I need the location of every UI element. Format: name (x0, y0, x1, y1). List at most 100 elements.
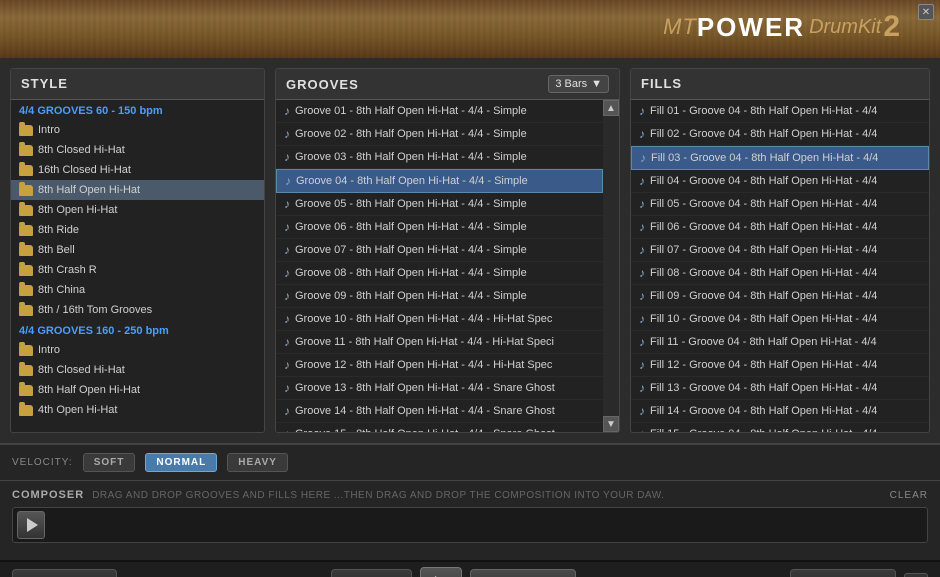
style-item-16th-closed[interactable]: 16th Closed Hi-Hat (11, 160, 264, 180)
logo-area: MT POWER DrumKit 2 (663, 10, 900, 44)
groove-item-12[interactable]: ♪Groove 12 - 8th Half Open Hi-Hat - 4/4 … (276, 354, 603, 377)
fill-text: Fill 14 - Groove 04 - 8th Half Open Hi-H… (650, 405, 877, 417)
groove-item-13[interactable]: ♪Groove 13 - 8th Half Open Hi-Hat - 4/4 … (276, 377, 603, 400)
groove-text: Groove 02 - 8th Half Open Hi-Hat - 4/4 -… (295, 128, 527, 140)
groove-item-9[interactable]: ♪Groove 09 - 8th Half Open Hi-Hat - 4/4 … (276, 285, 603, 308)
groove-item-8[interactable]: ♪Groove 08 - 8th Half Open Hi-Hat - 4/4 … (276, 262, 603, 285)
music-note-icon: ♪ (284, 127, 290, 141)
velocity-heavy-button[interactable]: HEAVY (227, 453, 288, 472)
music-note-icon: ♪ (639, 127, 645, 141)
fill-item-3[interactable]: ♪Fill 03 - Groove 04 - 8th Half Open Hi-… (631, 146, 929, 170)
bottom-section: VELOCITY: SOFT NORMAL HEAVY COMPOSER DRA… (0, 443, 940, 560)
play-button[interactable] (420, 567, 462, 577)
folder-icon (19, 385, 33, 396)
close-button[interactable]: ✕ (918, 4, 934, 20)
logo-2: 2 (883, 10, 900, 44)
scroll-up-arrow[interactable]: ▲ (603, 100, 619, 116)
fill-item-7[interactable]: ♪Fill 07 - Groove 04 - 8th Half Open Hi-… (631, 239, 929, 262)
groove-item-5[interactable]: ♪Groove 05 - 8th Half Open Hi-Hat - 4/4 … (276, 193, 603, 216)
groove-item-4[interactable]: ♪Groove 04 - 8th Half Open Hi-Hat - 4/4 … (276, 169, 603, 193)
fill-text: Fill 05 - Groove 04 - 8th Half Open Hi-H… (650, 198, 877, 210)
style-item-intro-1[interactable]: Intro (11, 120, 264, 140)
groove-item-1[interactable]: ♪Groove 01 - 8th Half Open Hi-Hat - 4/4 … (276, 100, 603, 123)
composer-play-button[interactable] (17, 511, 45, 539)
fill-item-1[interactable]: ♪Fill 01 - Groove 04 - 8th Half Open Hi-… (631, 100, 929, 123)
groove-item-2[interactable]: ♪ Groove 02 - 8th Half Open Hi-Hat - 4/4 … (276, 123, 603, 146)
play-icon (27, 518, 38, 532)
bottom-toolbar: DRUM KIT MIXER GROOVES SETTINGS ? (0, 560, 940, 577)
style-item-4th-open[interactable]: 4th Open Hi-Hat (11, 400, 264, 420)
groove-text: Groove 11 - 8th Half Open Hi-Hat - 4/4 -… (295, 336, 554, 348)
fill-text: Fill 13 - Groove 04 - 8th Half Open Hi-H… (650, 382, 877, 394)
mixer-button[interactable]: MIXER (331, 569, 412, 577)
velocity-soft-button[interactable]: SOFT (83, 453, 136, 472)
fill-item-11[interactable]: ♪Fill 11 - Groove 04 - 8th Half Open Hi-… (631, 331, 929, 354)
fills-panel: FILLS ♪Fill 01 - Groove 04 - 8th Half Op… (630, 68, 930, 433)
fill-item-12[interactable]: ♪Fill 12 - Groove 04 - 8th Half Open Hi-… (631, 354, 929, 377)
fill-item-6[interactable]: ♪Fill 06 - Groove 04 - 8th Half Open Hi-… (631, 216, 929, 239)
style-item-8th-16th-tom[interactable]: 8th / 16th Tom Grooves (11, 300, 264, 320)
groove-item-7[interactable]: ♪Groove 07 - 8th Half Open Hi-Hat - 4/4 … (276, 239, 603, 262)
composer-clear-button[interactable]: CLEAR (890, 490, 928, 501)
logo-drumkit: DrumKit (809, 16, 881, 39)
fills-list[interactable]: ♪Fill 01 - Groove 04 - 8th Half Open Hi-… (631, 100, 929, 432)
grooves-panel-title: GROOVES (286, 77, 359, 92)
fill-item-5[interactable]: ♪ Fill 05 - Groove 04 - 8th Half Open Hi-… (631, 193, 929, 216)
style-panel-title: STYLE (21, 76, 68, 91)
groove-item-3[interactable]: ♪Groove 03 - 8th Half Open Hi-Hat - 4/4 … (276, 146, 603, 169)
style-category-1: 4/4 GROOVES 60 - 150 bpm (11, 100, 264, 120)
style-panel-list[interactable]: 4/4 GROOVES 60 - 150 bpm Intro 8th Close… (11, 100, 264, 432)
fill-item-4[interactable]: ♪Fill 04 - Groove 04 - 8th Half Open Hi-… (631, 170, 929, 193)
fill-text: Fill 08 - Groove 04 - 8th Half Open Hi-H… (650, 267, 877, 279)
settings-button[interactable]: SETTINGS (790, 569, 896, 577)
groove-item-14[interactable]: ♪Groove 14 - 8th Half Open Hi-Hat - 4/4 … (276, 400, 603, 423)
folder-icon (19, 245, 33, 256)
groove-item-15[interactable]: ♪Groove 15 - 8th Half Open Hi-Hat - 4/4 … (276, 423, 603, 432)
groove-item-11[interactable]: ♪Groove 11 - 8th Half Open Hi-Hat - 4/4 … (276, 331, 603, 354)
fill-item-9[interactable]: ♪Fill 09 - Groove 04 - 8th Half Open Hi-… (631, 285, 929, 308)
music-note-icon: ♪ (284, 381, 290, 395)
velocity-normal-button[interactable]: NORMAL (145, 453, 217, 472)
folder-icon (19, 365, 33, 376)
style-item-8th-crash-r[interactable]: 8th Crash R (11, 260, 264, 280)
folder-icon (19, 165, 33, 176)
style-item-8th-ride[interactable]: 8th Ride (11, 220, 264, 240)
fill-item-15[interactable]: ♪Fill 15 - Groove 04 - 8th Half Open Hi-… (631, 423, 929, 432)
logo-power: POWER (697, 12, 805, 43)
style-item-8th-bell[interactable]: 8th Bell (11, 240, 264, 260)
folder-icon (19, 405, 33, 416)
groove-item-10[interactable]: ♪Groove 10 - 8th Half Open Hi-Hat - 4/4 … (276, 308, 603, 331)
style-item-8th-half-open-2[interactable]: 8th Half Open Hi-Hat (11, 380, 264, 400)
grooves-button[interactable]: GROOVES (470, 569, 576, 577)
style-item-8th-half-open[interactable]: 8th Half Open Hi-Hat (11, 180, 264, 200)
fill-text: Fill 09 - Groove 04 - 8th Half Open Hi-H… (650, 290, 877, 302)
music-note-icon: ♪ (284, 404, 290, 418)
fill-item-13[interactable]: ♪Fill 13 - Groove 04 - 8th Half Open Hi-… (631, 377, 929, 400)
help-button[interactable]: ? (904, 573, 928, 577)
fill-item-10[interactable]: ♪Fill 10 - Groove 04 - 8th Half Open Hi-… (631, 308, 929, 331)
fill-item-2[interactable]: ♪Fill 02 - Groove 04 - 8th Half Open Hi-… (631, 123, 929, 146)
fill-text: Fill 04 - Groove 04 - 8th Half Open Hi-H… (650, 175, 877, 187)
scroll-down-arrow[interactable]: ▼ (603, 416, 619, 432)
style-item-intro-2[interactable]: Intro (11, 340, 264, 360)
style-panel: STYLE 4/4 GROOVES 60 - 150 bpm Intro 8th… (10, 68, 265, 433)
groove-text: Groove 08 - 8th Half Open Hi-Hat - 4/4 -… (295, 267, 527, 279)
fill-text: Fill 03 - Groove 04 - 8th Half Open Hi-H… (651, 152, 878, 164)
fill-item-14[interactable]: ♪Fill 14 - Groove 04 - 8th Half Open Hi-… (631, 400, 929, 423)
music-note-icon: ♪ (639, 197, 645, 211)
fill-item-8[interactable]: ♪Fill 08 - Groove 04 - 8th Half Open Hi-… (631, 262, 929, 285)
style-item-8th-china[interactable]: 8th China (11, 280, 264, 300)
grooves-scrollbar: ▲ ▼ (603, 100, 619, 432)
grooves-list[interactable]: ♪Groove 01 - 8th Half Open Hi-Hat - 4/4 … (276, 100, 603, 432)
drum-kit-button[interactable]: DRUM KIT (12, 569, 117, 577)
main-content: STYLE 4/4 GROOVES 60 - 150 bpm Intro 8th… (0, 58, 940, 443)
groove-item-6[interactable]: ♪Groove 06 - 8th Half Open Hi-Hat - 4/4 … (276, 216, 603, 239)
style-item-8th-closed[interactable]: 8th Closed Hi-Hat (11, 140, 264, 160)
music-note-icon: ♪ (284, 312, 290, 326)
music-note-icon: ♪ (285, 174, 291, 188)
style-item-8th-open[interactable]: 8th Open Hi-Hat (11, 200, 264, 220)
folder-icon (19, 205, 33, 216)
bars-select[interactable]: 3 Bars ▼ (548, 75, 609, 93)
style-item-8th-closed-2[interactable]: 8th Closed Hi-Hat (11, 360, 264, 380)
composer-hint: DRAG AND DROP GROOVES AND FILLS HERE ...… (92, 490, 664, 501)
